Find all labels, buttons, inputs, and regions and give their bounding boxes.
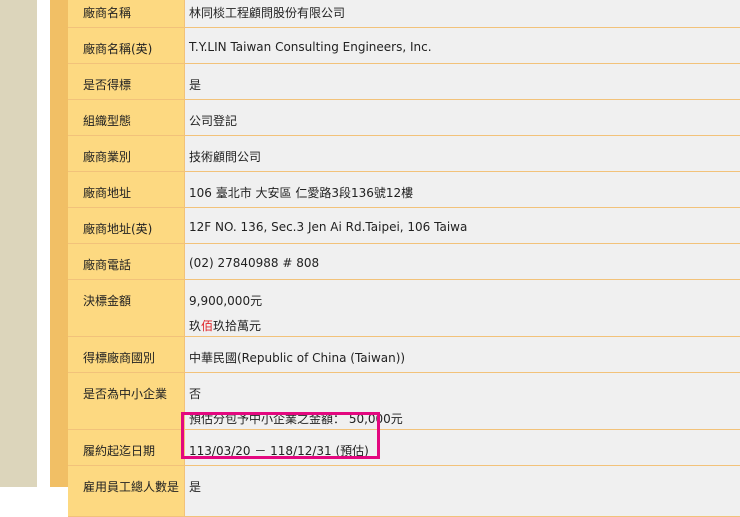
- row-value: (02) 27840988 # 808: [185, 244, 740, 279]
- row-label: 廠商名稱(英): [68, 28, 185, 63]
- chinese-part: 玖拾萬元: [213, 319, 262, 333]
- table-side-strip: [50, 0, 68, 487]
- row-label: 是否為中小企業: [68, 373, 185, 429]
- table-row: 廠商電話 (02) 27840988 # 808: [68, 244, 740, 280]
- row-label: 是否得標: [68, 64, 185, 99]
- row-label: 組織型態: [68, 100, 185, 135]
- table-row: 廠商地址 106 臺北市 大安區 仁愛路3段136號12樓: [68, 172, 740, 208]
- row-label: 雇用員工總人數是: [68, 466, 185, 516]
- table-row: 履約起迄日期 113/03/20 － 118/12/31 (預估): [68, 430, 740, 466]
- row-label: 廠商地址(英): [68, 208, 185, 243]
- award-amount: 9,900,000元: [189, 294, 263, 308]
- vendor-info-table: 廠商名稱 林同棪工程顧問股份有限公司 廠商名稱(英) T.Y.LIN Taiwan …: [68, 0, 740, 517]
- chinese-part: 玖: [189, 319, 202, 333]
- page-background-left: [0, 0, 37, 487]
- table-row: 雇用員工總人數是是: [68, 466, 740, 517]
- row-label: 履約起迄日期: [68, 430, 185, 465]
- table-row: 決標金額 9,900,000元 玖佰玖拾萬元: [68, 280, 740, 337]
- table-row: 廠商地址(英) 12F NO. 136, Sec.3 Jen Ai Rd.Taip…: [68, 208, 740, 244]
- row-label: 廠商電話: [68, 244, 185, 279]
- chinese-part-highlight: 佰: [201, 319, 214, 333]
- highlight-box: [181, 412, 380, 459]
- table-row: 廠商業別 技術顧問公司: [68, 136, 740, 172]
- row-label: 廠商名稱: [68, 0, 185, 27]
- row-value: 公司登記: [185, 100, 740, 135]
- row-value: 12F NO. 136, Sec.3 Jen Ai Rd.Taipei, 106…: [185, 208, 740, 243]
- row-label: 廠商業別: [68, 136, 185, 171]
- table-row: 廠商名稱(英) T.Y.LIN Taiwan Consulting Enginee…: [68, 28, 740, 64]
- row-value: 是: [185, 64, 740, 99]
- award-amount-chinese: 玖佰玖拾萬元: [189, 317, 740, 334]
- row-value: 9,900,000元 玖佰玖拾萬元: [185, 280, 740, 336]
- row-label: 廠商地址: [68, 172, 185, 207]
- row-value: T.Y.LIN Taiwan Consulting Engineers, Inc…: [185, 28, 740, 63]
- row-label: 得標廠商國別: [68, 337, 185, 372]
- table-row: 廠商名稱 林同棪工程顧問股份有限公司: [68, 0, 740, 28]
- table-row: 組織型態 公司登記: [68, 100, 740, 136]
- row-value: 106 臺北市 大安區 仁愛路3段136號12樓: [185, 172, 740, 207]
- table-row: 是否得標是: [68, 64, 740, 100]
- row-value: 中華民國(Republic of China (Taiwan)): [185, 337, 740, 372]
- row-value: 林同棪工程顧問股份有限公司: [185, 0, 740, 27]
- row-label: 決標金額: [68, 280, 185, 336]
- table-row: 是否為中小企業 否 預估分包予中小企業之金額： 50,000元: [68, 373, 740, 430]
- sme-status: 否: [189, 387, 202, 401]
- row-value: 是: [185, 466, 740, 516]
- row-value: 技術顧問公司: [185, 136, 740, 171]
- table-row: 得標廠商國別 中華民國(Republic of China (Taiwan)): [68, 337, 740, 373]
